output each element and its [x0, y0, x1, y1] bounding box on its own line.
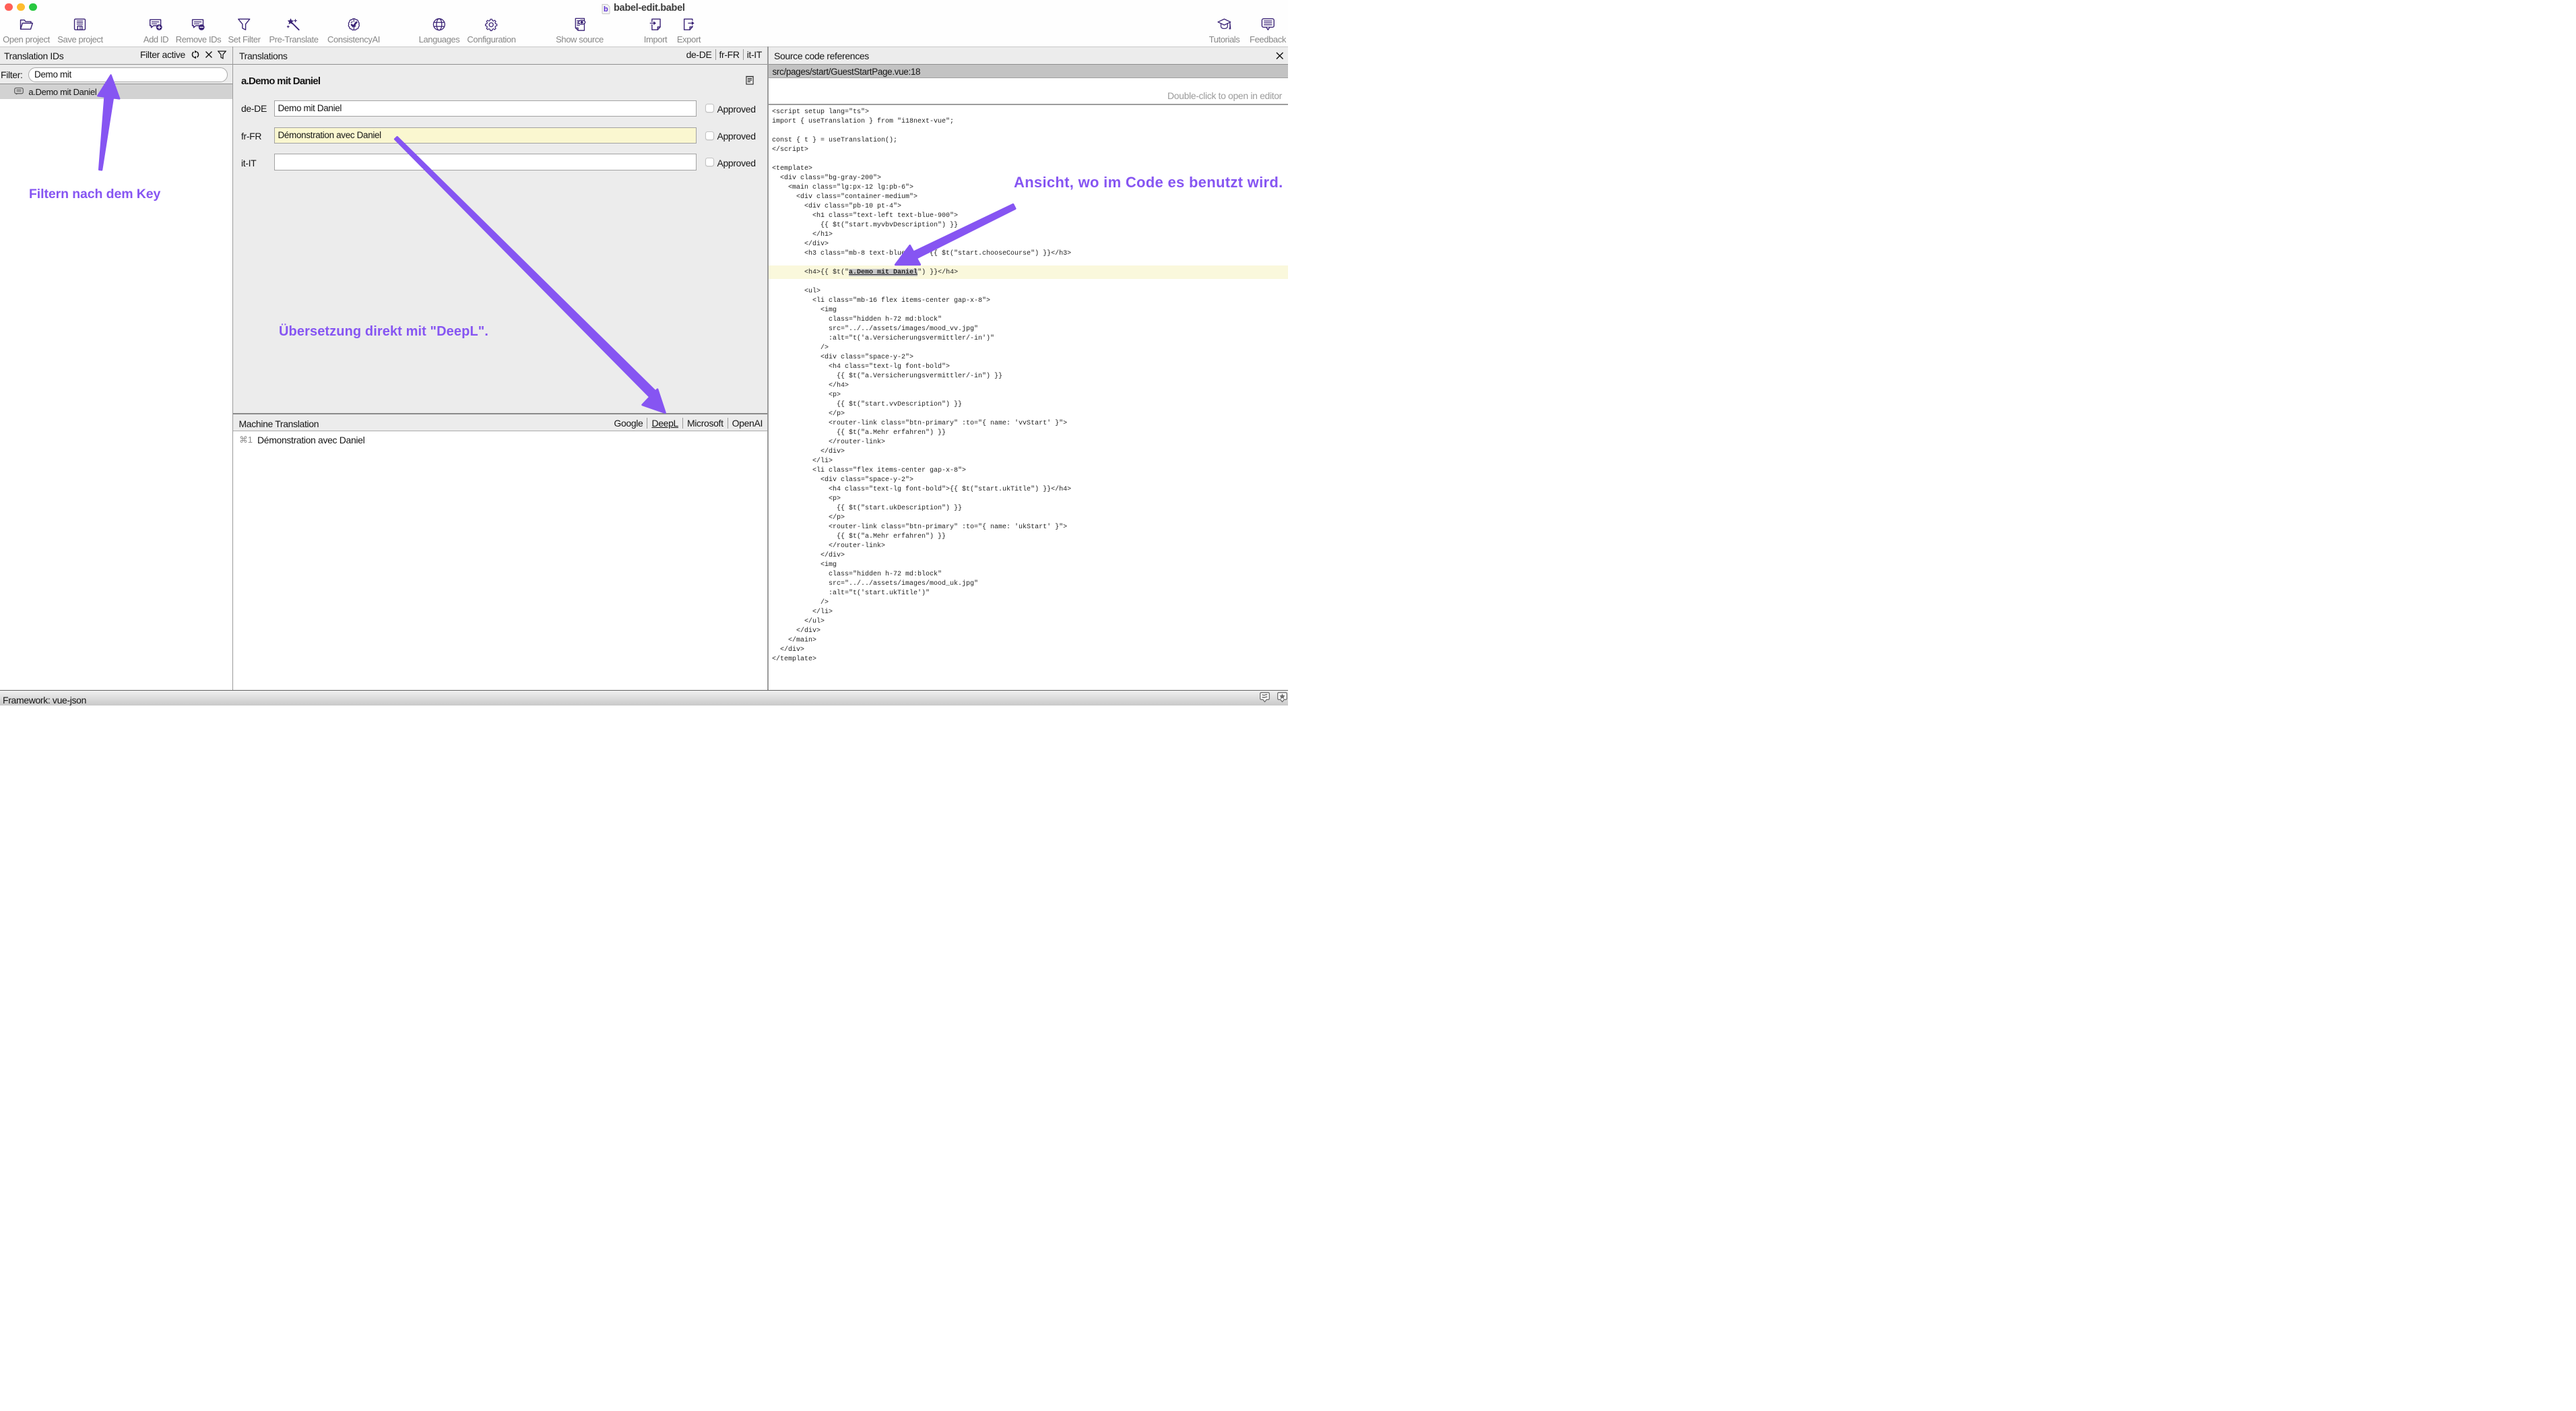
- svg-text:b: b: [604, 5, 608, 13]
